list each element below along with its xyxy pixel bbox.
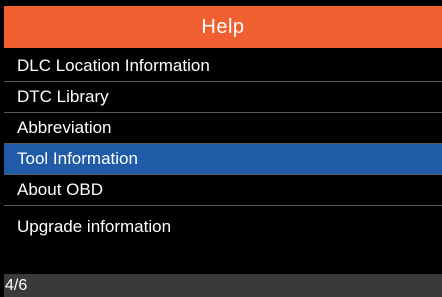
menu-item-dtc-library[interactable]: DTC Library (4, 82, 442, 113)
menu-item-dlc-location[interactable]: DLC Location Information (4, 51, 442, 82)
menu-item-upgrade-information[interactable]: Upgrade information (4, 206, 442, 248)
status-bar: 4/6 (4, 274, 442, 297)
menu-item-tool-information[interactable]: Tool Information (4, 144, 442, 175)
page-indicator: 4/6 (5, 277, 28, 294)
page-title: Help (4, 6, 442, 48)
menu-item-abbreviation[interactable]: Abbreviation (4, 113, 442, 144)
help-menu: DLC Location Information DTC Library Abb… (4, 51, 442, 248)
device-screen: Help DLC Location Information DTC Librar… (4, 6, 442, 297)
menu-item-about-obd[interactable]: About OBD (4, 175, 442, 206)
